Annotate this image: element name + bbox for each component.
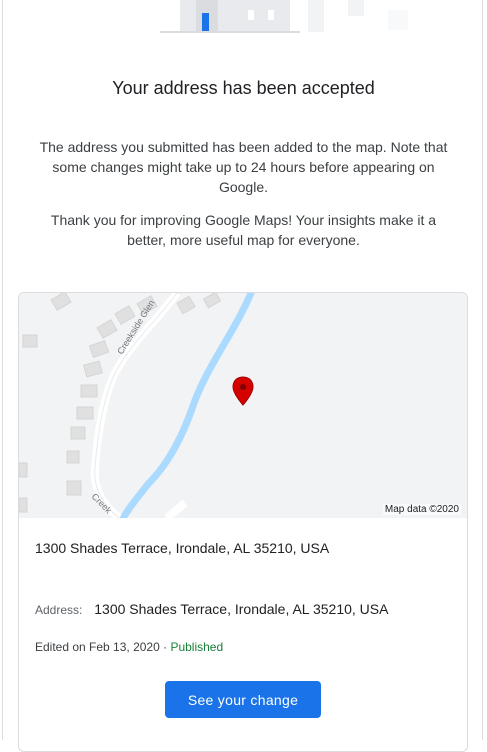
- change-card: Creekside Glen Creek Map data ©2020 1300…: [18, 292, 468, 752]
- confirmation-message: The address you submitted has been added…: [39, 139, 448, 195]
- edited-date: Edited on Feb 13, 2020 ·: [35, 640, 171, 654]
- map-canvas: Creekside Glen Creek: [19, 293, 467, 522]
- see-your-change-button[interactable]: See your change: [165, 681, 321, 718]
- map-attribution: Map data ©2020: [382, 504, 461, 515]
- address-label: Address:: [35, 603, 83, 617]
- edit-status: Edited on Feb 13, 2020 · Published: [35, 640, 223, 654]
- status-badge: Published: [170, 640, 224, 654]
- address-value: 1300 Shades Terrace, Irondale, AL 35210,…: [94, 601, 389, 617]
- address-row: Address: 1300 Shades Terrace, Irondale, …: [35, 601, 388, 617]
- full-address: 1300 Shades Terrace, Irondale, AL 35210,…: [35, 540, 330, 556]
- thanks-message: Thank you for improving Google Maps! You…: [50, 212, 437, 248]
- hero-illustration: [160, 0, 408, 33]
- map-preview[interactable]: Creekside Glen Creek Map data ©2020: [19, 293, 467, 522]
- page-title: Your address has been accepted: [112, 78, 375, 98]
